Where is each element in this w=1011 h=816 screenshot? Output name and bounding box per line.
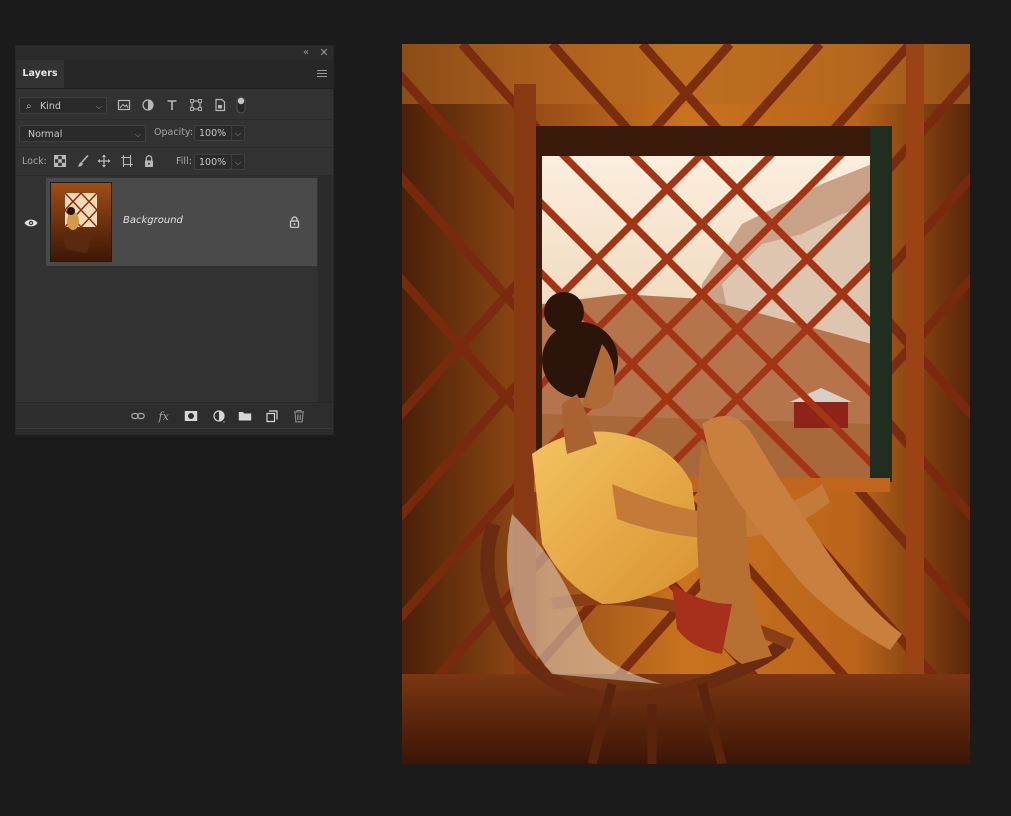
chevron-down-icon: ⌵: [95, 102, 102, 111]
lock-image-pixels-icon[interactable]: [76, 154, 90, 168]
adjustment-layer-icon[interactable]: [212, 409, 226, 423]
blend-mode-row: Normal ⌵ Opacity: 100% ⌵: [16, 120, 333, 148]
chevron-down-icon: ⌵: [134, 130, 141, 139]
type-filter-icon[interactable]: [165, 98, 179, 112]
panel-tab-bar: Layers: [16, 60, 333, 89]
document-canvas[interactable]: [402, 44, 970, 764]
fx-icon[interactable]: fx: [158, 409, 172, 423]
layer-thumbnail-image: [51, 183, 111, 261]
opacity-label: Opacity:: [154, 127, 194, 138]
lock-position-icon[interactable]: [97, 154, 111, 168]
image-filter-icon[interactable]: [117, 98, 131, 112]
link-layers-icon[interactable]: [131, 409, 145, 423]
opacity-chevron-icon[interactable]: ⌵: [232, 125, 245, 141]
layer-locked-icon: [289, 216, 300, 228]
collapse-panel-button[interactable]: «: [300, 46, 312, 60]
eye-icon[interactable]: [24, 218, 38, 228]
shape-filter-icon[interactable]: [189, 98, 203, 112]
search-icon: ⌕: [26, 101, 32, 112]
filter-toggle-icon[interactable]: [235, 96, 247, 114]
group-folder-icon[interactable]: [238, 409, 252, 423]
tab-layers[interactable]: Layers: [16, 60, 64, 88]
panel-footer: [16, 428, 333, 435]
blend-mode-value: Normal: [28, 129, 63, 140]
layers-panel: « ✕ Layers ⌕ Kind ⌵ Normal ⌵ Opacity: 10…: [16, 46, 333, 435]
new-layer-icon[interactable]: [265, 409, 279, 423]
layers-bottom-toolbar: fx: [16, 402, 333, 429]
lock-artboard-icon[interactable]: [120, 154, 134, 168]
lock-all-icon[interactable]: [142, 154, 156, 168]
workspace: « ✕ Layers ⌕ Kind ⌵ Normal ⌵ Opacity: 10…: [0, 0, 1011, 816]
layer-thumbnail[interactable]: [50, 182, 112, 262]
layers-list: Background: [16, 176, 333, 402]
layer-mask-icon[interactable]: [184, 409, 198, 423]
layer-name[interactable]: Background: [123, 215, 183, 226]
svg-text:fx: fx: [158, 410, 170, 423]
canvas-photo: [402, 44, 970, 764]
opacity-input[interactable]: 100%: [194, 125, 232, 141]
layer-filter-row: ⌕ Kind ⌵: [16, 92, 333, 120]
layer-row-background[interactable]: Background: [46, 178, 317, 266]
close-panel-button[interactable]: ✕: [318, 46, 330, 60]
adjustment-filter-icon[interactable]: [141, 98, 155, 112]
layers-list-scrollbar[interactable]: [318, 176, 333, 402]
trash-icon[interactable]: [292, 409, 306, 423]
filter-kind-select[interactable]: ⌕ Kind ⌵: [19, 97, 107, 114]
panel-menu-icon[interactable]: [317, 70, 327, 78]
lock-label: Lock:: [22, 156, 47, 167]
fill-label: Fill:: [176, 156, 192, 167]
filter-kind-label: Kind: [40, 101, 61, 112]
lock-transparent-pixels-icon[interactable]: [53, 154, 67, 168]
fill-chevron-icon[interactable]: ⌵: [232, 154, 245, 170]
panel-topbar: « ✕: [16, 46, 333, 60]
blend-mode-select[interactable]: Normal ⌵: [19, 125, 146, 142]
smart-object-filter-icon[interactable]: [213, 98, 227, 112]
fill-input[interactable]: 100%: [194, 154, 232, 170]
lock-row: Lock: Fill: 100% ⌵: [16, 148, 333, 176]
